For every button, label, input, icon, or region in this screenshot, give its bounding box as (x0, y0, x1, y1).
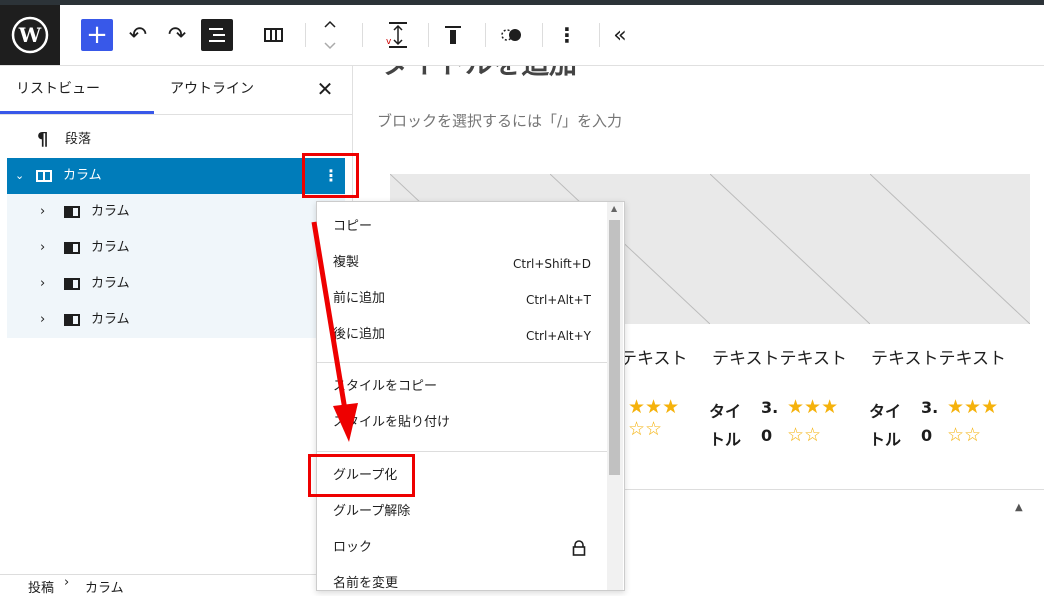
divider (623, 489, 1044, 490)
list-item-label: カラム (91, 204, 130, 219)
list-item-column[interactable]: › カラム (7, 302, 345, 338)
chevron-down-icon[interactable]: ⌄ (15, 158, 24, 194)
breadcrumb-item[interactable]: カラム (85, 577, 124, 596)
toolbar-divider (485, 23, 486, 47)
redo-button[interactable]: ↷ (161, 5, 193, 65)
toolbar-divider (362, 23, 363, 47)
card-text[interactable]: テキストテキスト (712, 344, 847, 369)
active-tab-indicator (0, 111, 154, 114)
list-view-icon (209, 28, 225, 42)
card-title: タイ (709, 402, 742, 421)
card-title: トル (709, 430, 742, 449)
vertical-spacing-button[interactable]: v (382, 5, 414, 65)
list-item-label: カラム (91, 312, 130, 327)
rating-value: 3. (921, 398, 939, 417)
toolbar-divider (599, 23, 600, 47)
image-placeholder[interactable] (710, 174, 870, 324)
shortcut-insert-after: Ctrl+Alt+Y (525, 329, 591, 343)
tab-outline[interactable]: アウトライン (170, 66, 254, 114)
block-options-button[interactable]: ⋮ (551, 5, 583, 65)
editor-toolbar: W + ↶ ↷ v ⋮ « (0, 5, 1044, 66)
wordpress-logo-icon[interactable]: W (0, 5, 60, 65)
menu-item-lock[interactable]: ロック (333, 538, 372, 558)
block-placeholder[interactable]: ブロックを選択するには「/」を入力 (377, 110, 622, 131)
rating-stars: ★★★ (787, 396, 839, 418)
column-icon (64, 278, 80, 290)
toolbar-divider (305, 23, 306, 47)
list-item-columns-selected[interactable]: ⌄ カラム ⋮ (7, 158, 345, 194)
styles-icon (501, 29, 521, 41)
align-top-button[interactable] (437, 5, 469, 65)
rating-stars: ★★★ ☆☆ (628, 396, 680, 440)
menu-scrollbar-thumb[interactable] (609, 220, 620, 475)
move-up-down-icon (324, 20, 336, 50)
chevron-right-icon[interactable]: › (40, 230, 45, 266)
list-item-label: 段落 (65, 132, 92, 147)
card-text[interactable]: テキストテキスト (871, 344, 1006, 369)
breadcrumb-item[interactable]: 投稿 (28, 577, 54, 596)
annotation-box-group (308, 454, 415, 497)
align-top-icon (445, 26, 461, 44)
svg-text:v: v (386, 37, 392, 47)
rating-value: 0 (921, 426, 933, 445)
chevron-right-icon[interactable]: › (40, 266, 45, 302)
menu-divider (317, 451, 607, 452)
scroll-up-icon[interactable]: ▲ (611, 204, 617, 213)
caret-up-icon[interactable]: ▲ (1015, 502, 1023, 513)
card-text[interactable]: テキスト (620, 344, 688, 369)
paragraph-icon: ¶ (37, 129, 49, 150)
rating-stars: ☆☆ (947, 424, 982, 446)
toolbar-divider (542, 23, 543, 47)
rating-stars: ☆☆ (787, 424, 822, 446)
card-title: タイ (869, 402, 902, 421)
chevron-right-icon[interactable]: › (40, 194, 45, 230)
redo-icon: ↷ (167, 22, 187, 48)
list-item-column[interactable]: › カラム (7, 194, 345, 230)
menu-item-rename[interactable]: 名前を変更 (333, 574, 398, 590)
list-view-button[interactable] (201, 19, 233, 51)
rating-value: 0 (761, 426, 773, 445)
post-title[interactable]: タイトルを追加 (381, 66, 577, 82)
card-title: トル (869, 430, 902, 449)
image-placeholder[interactable] (870, 174, 1030, 324)
styles-button[interactable] (495, 5, 527, 65)
close-icon[interactable]: ✕ (312, 76, 338, 102)
toolbar-divider (428, 23, 429, 47)
shortcut-insert-before: Ctrl+Alt+T (525, 293, 591, 307)
undo-icon: ↶ (128, 22, 148, 48)
column-icon (64, 242, 80, 254)
list-item-label: カラム (91, 276, 130, 291)
rating-stars: ★★★ (947, 396, 999, 418)
more-vertical-icon: ⋮ (557, 23, 577, 47)
shortcut-duplicate: Ctrl+Shift+D (513, 257, 591, 271)
tab-list-view[interactable]: リストビュー (16, 66, 100, 114)
column-icon (64, 206, 80, 218)
svg-text:W: W (18, 23, 42, 47)
list-item-column[interactable]: › カラム (7, 266, 345, 302)
undo-button[interactable]: ↶ (122, 5, 154, 65)
sidebar-tabs: リストビュー アウトライン ✕ (0, 66, 352, 115)
add-block-button[interactable]: + (81, 19, 113, 51)
move-buttons[interactable] (314, 5, 346, 65)
menu-item-ungroup[interactable]: グループ解除 (333, 502, 410, 522)
columns-block-button[interactable] (258, 5, 290, 65)
lock-icon (572, 540, 586, 556)
chevron-right-icon[interactable]: › (40, 302, 45, 338)
list-item-label: カラム (63, 168, 102, 183)
columns-icon (36, 170, 52, 182)
list-item-paragraph[interactable]: ¶ 段落 (7, 122, 345, 158)
breadcrumb-separator-icon: › (64, 575, 70, 590)
column-icon (64, 314, 80, 326)
list-item-label: カラム (91, 240, 130, 255)
annotation-box-options (302, 153, 359, 198)
columns-icon (264, 28, 283, 42)
annotation-arrow-icon (311, 221, 358, 442)
chevron-double-left-icon: « (613, 22, 627, 48)
justify-stretch-icon: v (386, 22, 407, 48)
list-item-column[interactable]: › カラム (7, 230, 345, 266)
breadcrumb: 投稿 › カラム (0, 574, 352, 596)
collapse-toolbar-button[interactable]: « (604, 5, 636, 65)
rating-value: 3. (761, 398, 779, 417)
